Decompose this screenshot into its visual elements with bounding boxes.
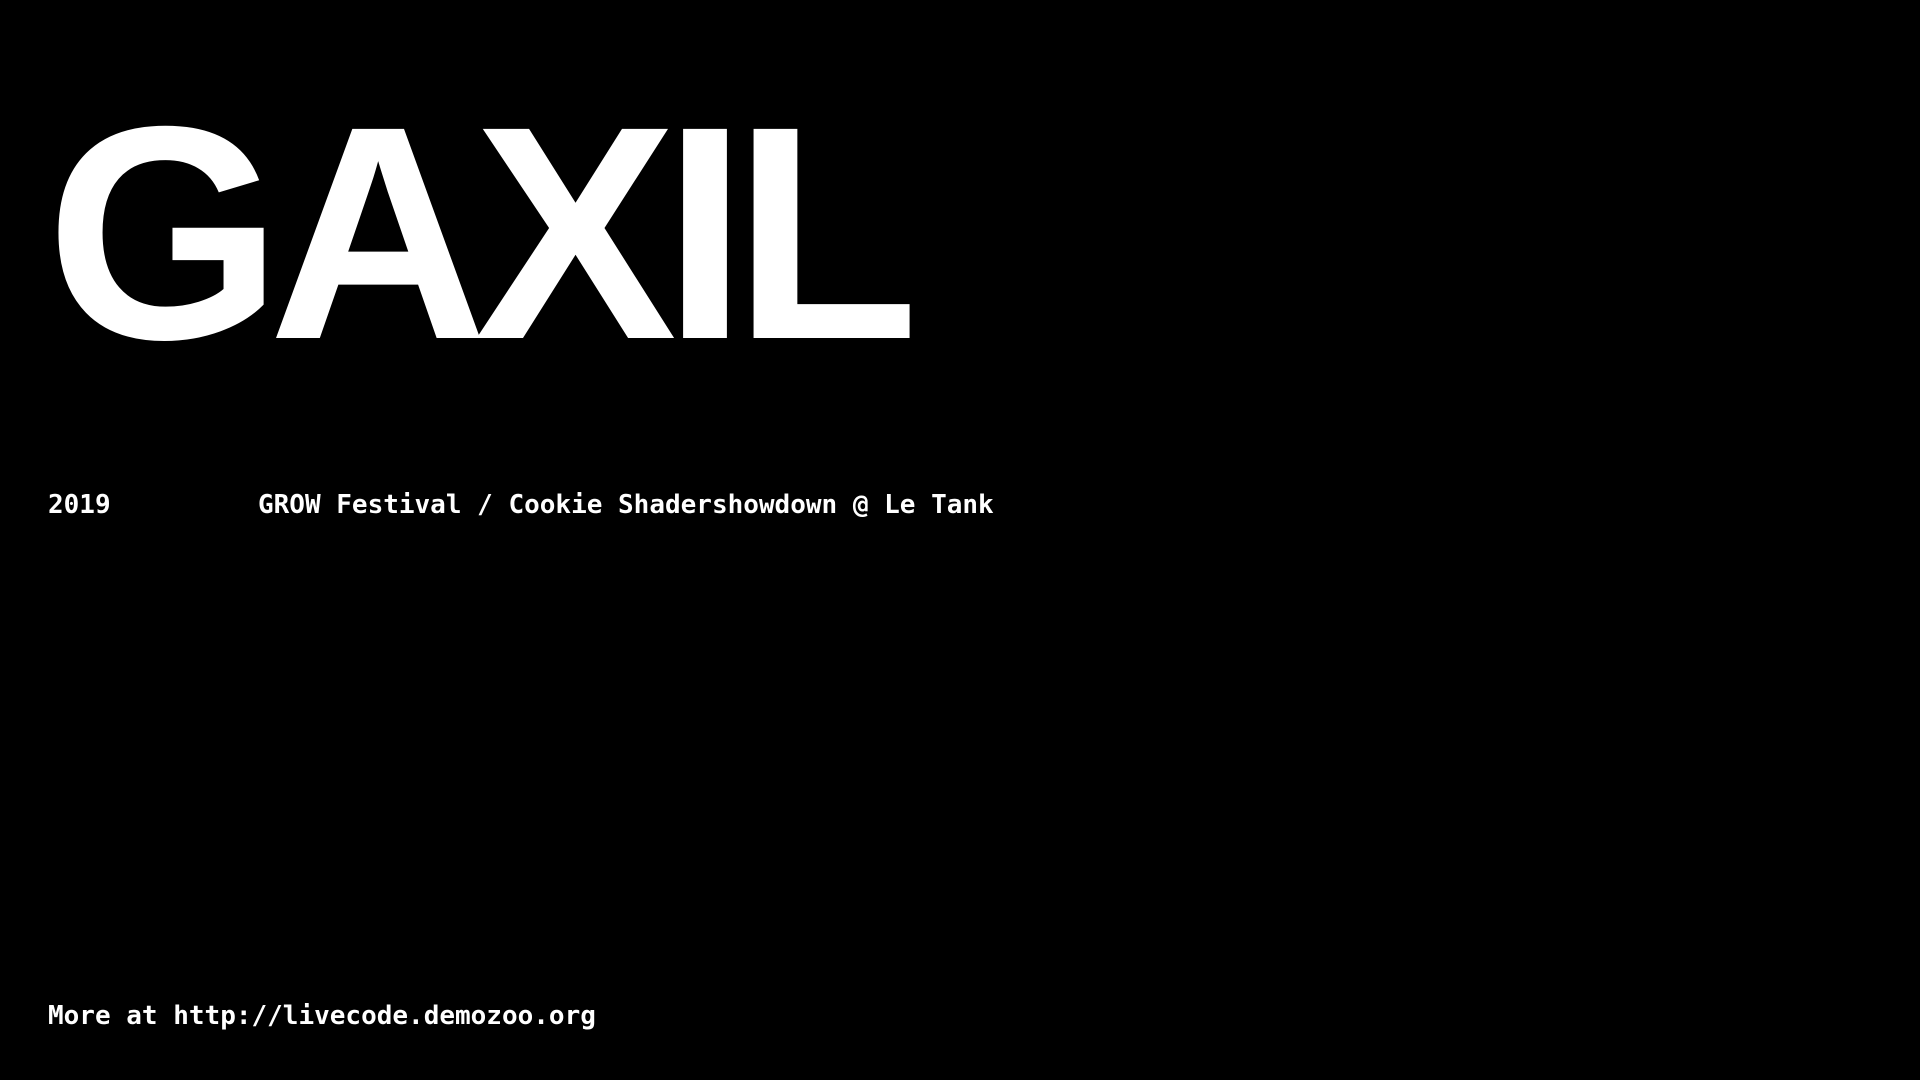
event-description: GROW Festival / Cookie Shadershowdown @ … xyxy=(258,490,994,520)
footer: More at http://livecode.demozoo.org xyxy=(48,998,596,1034)
footer-prefix: More at xyxy=(48,1001,174,1031)
page: { "title": "GAXIL", "events": [ { "year"… xyxy=(0,0,1920,1080)
event-row: 2019 GROW Festival / Cookie Shadershowdo… xyxy=(48,487,994,523)
footer-link[interactable]: http://livecode.demozoo.org xyxy=(173,1001,596,1031)
page-title: GAXIL xyxy=(46,64,919,403)
event-year: 2019 xyxy=(48,490,111,520)
